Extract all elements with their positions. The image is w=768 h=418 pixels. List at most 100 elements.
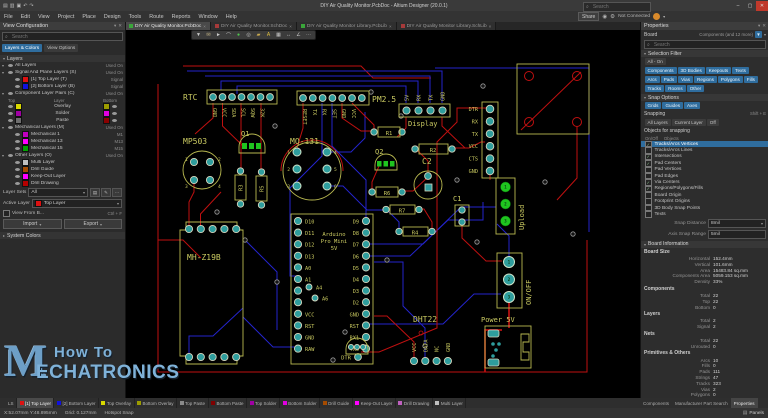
selection-filter-header[interactable]: ▾Selection Filter xyxy=(641,50,768,57)
maximize-button[interactable]: ▢ xyxy=(744,1,756,11)
layer-row[interactable]: ▾ Mechanical 1 M1 xyxy=(0,131,125,138)
trace[interactable] xyxy=(374,316,414,360)
layers-search[interactable]: ⌕ xyxy=(2,32,123,41)
pcb-component-r6[interactable]: R6 xyxy=(369,187,405,197)
pcb-component-arduino[interactable]: D10D11D12D13A0A1VCCRSTGNDRAW D9D8D7D6D5D… xyxy=(291,214,373,364)
layer-color-swatch[interactable] xyxy=(22,180,29,187)
filter-chip[interactable]: Polygons xyxy=(718,76,743,83)
filter-chip[interactable]: Arcs xyxy=(645,76,660,83)
trace[interactable] xyxy=(497,224,509,260)
visibility-icon[interactable] xyxy=(15,175,20,178)
visibility-icon[interactable] xyxy=(15,168,20,171)
pcb-component-dht22[interactable]: DHT22 VCCDATANCGND xyxy=(410,315,452,365)
board-information-header[interactable]: ▾Board Information xyxy=(641,241,768,248)
pcb-component-power[interactable]: Power 5V xyxy=(481,316,531,368)
export-button[interactable]: Export▾ xyxy=(64,219,123,229)
document-tab[interactable]: DIY Air Quality Monitor Library.SchLib × xyxy=(397,22,497,30)
dropdown-icon[interactable]: ▾ xyxy=(114,23,116,29)
menu-item[interactable]: Reports xyxy=(168,14,195,20)
trace[interactable] xyxy=(189,182,194,227)
trace[interactable] xyxy=(243,317,298,347)
filter-chip[interactable]: Fills xyxy=(744,76,758,83)
visibility-icon[interactable] xyxy=(112,119,117,122)
more-icon[interactable]: ⋯ xyxy=(304,32,313,39)
top-color-swatch[interactable] xyxy=(15,117,22,124)
pcb-component-r3[interactable]: R3 xyxy=(235,168,246,207)
panel-tab[interactable]: Manufacturer Part Search xyxy=(672,398,731,408)
minimize-button[interactable]: – xyxy=(732,1,744,11)
filter-chip[interactable]: Other xyxy=(687,85,705,92)
via-icon[interactable]: ◎ xyxy=(244,32,253,39)
pcb-component-r7[interactable]: R7 xyxy=(383,205,422,215)
axis-snap-input[interactable]: 5mil xyxy=(708,230,766,239)
dimension-icon[interactable]: ↔ xyxy=(284,32,293,39)
properties-search-input[interactable] xyxy=(652,41,763,49)
snap-mode-button[interactable]: All Layers xyxy=(645,119,671,126)
menu-item[interactable]: Tools xyxy=(125,14,146,20)
filter-icon[interactable]: ▼ xyxy=(194,32,203,39)
view-from-checkbox[interactable] xyxy=(3,210,10,217)
view-config-tab[interactable]: Layers & Colors xyxy=(2,44,42,52)
import-button[interactable]: Import▾ xyxy=(3,219,62,229)
filter-chip[interactable]: Regions xyxy=(694,76,717,83)
close-tab-icon[interactable]: × xyxy=(389,24,392,29)
visibility-icon[interactable] xyxy=(8,92,13,95)
filter-chip[interactable]: Pads xyxy=(661,76,677,83)
snap-chip[interactable]: Axes xyxy=(684,102,700,109)
pcb-component-mp503[interactable]: MP503 12 34 xyxy=(183,137,221,190)
pcb-component-c1[interactable]: C1 xyxy=(453,195,469,226)
layer-color-swatch[interactable] xyxy=(22,138,29,145)
layer-tab[interactable]: Bottom Solder xyxy=(280,398,320,408)
gear-icon[interactable]: ⚙ xyxy=(610,14,615,20)
pcb-component-pm25[interactable]: RESETTXRXSETGNDVCC PM2.5 xyxy=(297,91,396,125)
layer-color-swatch[interactable] xyxy=(22,76,29,83)
layer-pair-row[interactable]: Paste xyxy=(0,117,125,124)
layer-color-swatch[interactable] xyxy=(22,173,29,180)
pcb-component-r2[interactable]: R2 xyxy=(412,144,455,154)
component-icon[interactable]: ▦ xyxy=(274,32,283,39)
menu-item[interactable]: Place xyxy=(78,14,100,20)
pcb-component-rtc[interactable]: RTC GNDVCCSDASCLSQW32K xyxy=(183,90,277,118)
visibility-icon[interactable] xyxy=(112,112,117,115)
document-tab[interactable]: DIY Air Quality Monitor.SchDoc × xyxy=(211,22,297,30)
menu-item[interactable]: Design xyxy=(100,14,125,20)
filter-chip[interactable]: Vias xyxy=(678,76,693,83)
more-sets-icon[interactable]: ⋯ xyxy=(112,188,122,197)
layers-section-header[interactable]: ▾ Layers xyxy=(0,55,125,62)
avatar[interactable] xyxy=(653,13,660,20)
visibility-icon[interactable] xyxy=(8,112,13,115)
filter-chip[interactable]: Texts xyxy=(732,67,749,74)
layer-row[interactable]: ▾ Signal And Plane Layers (S) Used On xyxy=(0,69,125,76)
layer-row[interactable]: ▾ Mechanical 13 M13 xyxy=(0,138,125,145)
layer-row[interactable]: ▾ Drill Drawing xyxy=(0,180,125,187)
close-button[interactable]: ✕ xyxy=(756,1,768,11)
visibility-icon[interactable] xyxy=(8,105,13,108)
global-search[interactable]: ⌕ xyxy=(583,2,651,12)
layer-color-swatch[interactable] xyxy=(22,131,29,138)
trace[interactable] xyxy=(195,103,213,134)
top-color-swatch[interactable] xyxy=(15,103,22,110)
layer-row[interactable]: ▾ Component Layer Pairs (C) Used On xyxy=(0,90,125,97)
string-icon[interactable]: A xyxy=(264,32,273,39)
trace[interactable] xyxy=(332,103,366,218)
menu-item[interactable]: File xyxy=(0,14,17,20)
layer-tab[interactable]: Keep-Out Layer xyxy=(353,398,396,408)
pcb-component-c2[interactable]: C2 xyxy=(414,157,442,199)
chevron-down-icon[interactable]: ▾ xyxy=(663,14,665,19)
snap-chip[interactable]: Grids xyxy=(645,102,662,109)
pcb-component-r1[interactable]: R1 xyxy=(371,127,405,137)
pcb-component-upload-header[interactable]: DTRRXTXVCCCTSGND xyxy=(469,102,498,178)
layer-color-swatch[interactable] xyxy=(22,83,29,90)
layer-row[interactable]: ▾ Drill Guide xyxy=(0,166,125,173)
mail-icon[interactable]: ✉ xyxy=(204,32,213,39)
close-tab-icon[interactable]: × xyxy=(289,24,292,29)
pin-icon[interactable]: ▾ xyxy=(758,23,760,29)
visibility-icon[interactable] xyxy=(15,85,20,88)
layer-row[interactable]: ▾ Mechanical 15 M15 xyxy=(0,145,125,152)
document-tab[interactable]: DIY Air Quality Monitor.PcbDoc × xyxy=(125,22,211,30)
panel-tab[interactable]: Properties xyxy=(731,398,758,408)
visibility-icon[interactable] xyxy=(112,105,117,108)
snap-mode-button[interactable]: Current Layer xyxy=(672,119,706,126)
trace[interactable] xyxy=(245,240,277,330)
filter-chip[interactable]: Rooms xyxy=(665,85,686,92)
